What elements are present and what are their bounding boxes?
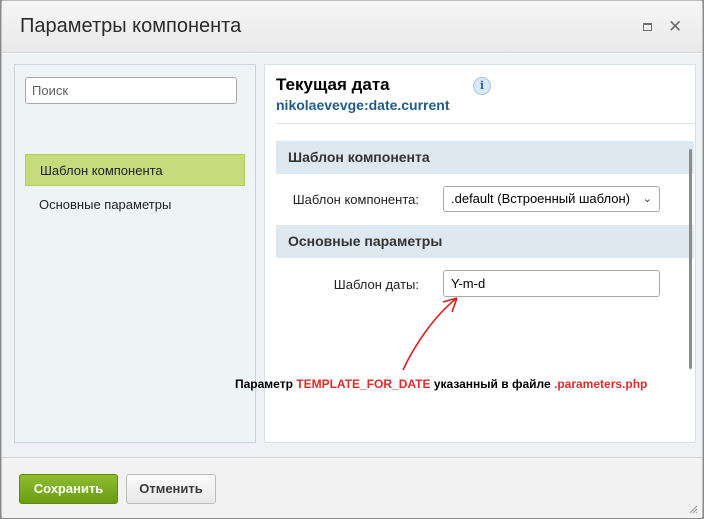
section-heading-template: Шаблон компонента (276, 141, 694, 174)
dialog-title: Параметры компонента (20, 15, 242, 37)
template-select[interactable]: .default (Встроенный шаблон) ⌄ (443, 186, 660, 212)
close-icon[interactable]: ✕ (668, 18, 682, 35)
annotation-middle: указанный в файле (430, 377, 554, 391)
template-field-label: Шаблон компонента: (292, 192, 419, 207)
date-template-label: Шаблон даты: (333, 277, 419, 292)
dialog-body: Шаблон компонента Основные параметры Тек… (2, 54, 702, 457)
annotation-prefix: Параметр (235, 377, 297, 391)
chevron-down-icon: ⌄ (642, 193, 652, 205)
cancel-button[interactable]: Отменить (126, 474, 216, 504)
save-button[interactable]: Сохранить (19, 474, 118, 504)
annotation-param: TEMPLATE_FOR_DATE (296, 377, 431, 391)
template-select-value: .default (Встроенный шаблон) (451, 191, 630, 206)
dialog-footer: Сохранить Отменить (2, 457, 702, 518)
search-input[interactable] (25, 77, 237, 104)
resize-grip-icon[interactable] (688, 504, 698, 514)
maximize-icon[interactable] (640, 20, 654, 34)
sidebar-item-component-template[interactable]: Шаблон компонента (25, 154, 245, 186)
annotation-file: .parameters.php (554, 377, 648, 391)
component-title: Текущая дата (276, 75, 390, 94)
info-icon[interactable]: i (473, 77, 491, 95)
sidebar-item-main-params[interactable]: Основные параметры (25, 189, 245, 221)
date-template-input[interactable] (443, 270, 660, 297)
divider (276, 123, 694, 124)
titlebar[interactable]: Параметры компонента ✕ (2, 1, 702, 53)
component-settings-dialog: Параметры компонента ✕ Шаблон компонента… (1, 0, 703, 518)
annotation-text: Параметр TEMPLATE_FOR_DATE указанный в ф… (235, 377, 647, 391)
component-code: nikolaevevge:date.current (276, 97, 450, 113)
sidebar: Шаблон компонента Основные параметры (14, 64, 256, 443)
scrollbar[interactable] (689, 149, 692, 369)
section-heading-main-params: Основные параметры (276, 225, 694, 258)
